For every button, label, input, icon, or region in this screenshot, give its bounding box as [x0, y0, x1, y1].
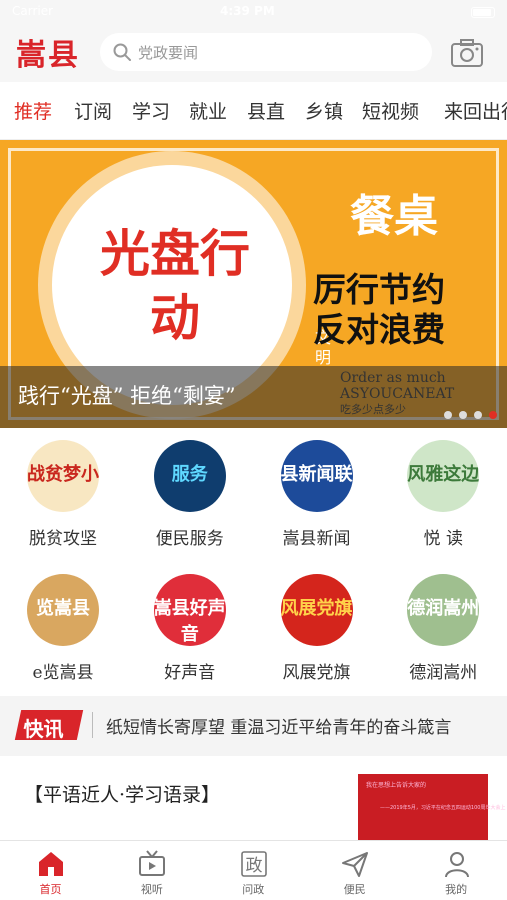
grid-item-2[interactable]: 服务 便民服务 — [127, 428, 253, 562]
grid-item-1[interactable]: 战贫梦小 脱贫攻坚 — [0, 428, 126, 562]
grid-item-4[interactable]: 风雅这边悦 读 — [380, 428, 506, 562]
carousel-dot[interactable] — [459, 411, 467, 419]
grid-item-thumbnail: 风雅这边 — [407, 440, 480, 512]
grid-item-thumb-text: 服务 — [171, 464, 208, 485]
nav-item-1[interactable]: 首页 — [0, 841, 101, 900]
grid-item-thumb-text: 嵩县好声音 — [153, 598, 226, 645]
grid-item-label: 好声音 — [164, 663, 216, 683]
grid-item-thumbnail: 县新闻联 — [280, 440, 353, 512]
grid-item-thumbnail: 德润嵩州 — [407, 574, 480, 646]
clock: 4:39 PM — [220, 4, 275, 18]
policy-icon: 政 — [240, 851, 267, 877]
grid-item-thumb-text: 风展党旗 — [280, 598, 353, 619]
grid-item-label: 悦 读 — [423, 529, 463, 549]
grid-item-thumbnail: 风展党旗 — [280, 574, 353, 646]
grid-item-thumbnail: 览嵩县 — [27, 574, 99, 646]
tab-5[interactable]: 县直 — [247, 97, 285, 124]
status-bar: Carrier 4:39 PM — [0, 0, 507, 26]
article-card[interactable]: 【平语近人·学习语录】 我在思想上告诉大家的 ——2019年5月，习近平在纪念五… — [0, 756, 507, 842]
tab-7[interactable]: 短视频 — [362, 97, 419, 124]
app-logo[interactable]: 嵩县 — [16, 30, 80, 74]
banner-english-line1: Order as much — [340, 370, 446, 386]
grid-item-thumb-text: 风雅这边 — [407, 464, 480, 485]
tab-3[interactable]: 学习 — [132, 97, 170, 124]
send-icon — [342, 852, 369, 877]
nav-item-label: 视听 — [140, 883, 163, 896]
user-icon — [444, 852, 469, 878]
grid-item-3[interactable]: 县新闻联 嵩县新闻 — [254, 428, 380, 562]
grid-item-label: 便民服务 — [155, 529, 224, 549]
banner-carousel[interactable]: 光盘行动 文明 餐桌 厉行节约 反对浪费 践行“光盘” 拒绝“剩宴” Order… — [0, 140, 507, 428]
grid-item-8[interactable]: 德润嵩州 德润嵩州 — [380, 562, 506, 696]
channel-grid: 战贫梦小 脱贫攻坚 服务 便民服务 县新闻联 嵩县新闻 风雅这边悦 读览嵩县 e览嵩县 嵩县好声… — [0, 428, 507, 696]
carousel-dots[interactable] — [437, 404, 497, 419]
search-icon — [113, 43, 131, 61]
tv-icon — [139, 850, 166, 876]
search-input[interactable]: 党政要闻 — [100, 33, 432, 71]
flash-badge: 快讯 — [14, 710, 84, 741]
ticker-divider — [92, 712, 93, 738]
tab-8[interactable]: 来回出行 — [444, 97, 507, 124]
grid-item-thumbnail: 服务 — [153, 440, 226, 512]
battery-icon — [471, 7, 495, 18]
carousel-dot[interactable] — [489, 411, 497, 419]
banner-caption: 践行“光盘” 拒绝“剩宴” — [18, 384, 236, 408]
grid-item-label: 德润嵩州 — [409, 663, 478, 683]
bottom-nav: 首页 视听政问政 便民 我的 — [0, 840, 507, 900]
nav-item-5[interactable]: 我的 — [406, 841, 507, 900]
article-thumb-line2: ——2019年5月，习近平在纪念五四运动100周年大会上 — [380, 805, 506, 811]
grid-item-thumb-text: 德润嵩州 — [407, 598, 480, 619]
top-header: Carrier 4:39 PM 嵩县 党政要闻 — [0, 0, 507, 82]
banner-side-big: 餐桌 — [350, 191, 438, 242]
article-thumbnail[interactable]: 我在思想上告诉大家的 ——2019年5月，习近平在纪念五四运动100周年大会上 — [358, 774, 505, 842]
grid-item-label: e览嵩县 — [32, 663, 94, 683]
news-ticker[interactable]: 快讯 纸短情长寄厚望 重温习近平给青年的奋斗箴言 — [0, 696, 507, 756]
nav-item-label: 首页 — [39, 883, 62, 896]
ticker-headline[interactable]: 纸短情长寄厚望 重温习近平给青年的奋斗箴言 — [106, 713, 501, 738]
flash-badge-label: 快讯 — [23, 717, 64, 741]
grid-item-7[interactable]: 风展党旗 风展党旗 — [254, 562, 380, 696]
tab-4[interactable]: 就业 — [189, 97, 227, 124]
carrier-label: Carrier — [12, 4, 54, 18]
policy-glyph: 政 — [245, 856, 262, 876]
channel-tabs: 推荐订阅学习就业县直乡镇短视频来回出行 — [0, 82, 507, 140]
banner-slogan: 厉行节约 反对浪费 — [313, 270, 445, 350]
grid-item-5[interactable]: 览嵩县 e览嵩县 — [0, 562, 126, 696]
nav-item-label: 我的 — [445, 883, 468, 896]
grid-item-thumb-text: 县新闻联 — [280, 464, 353, 485]
carousel-dot[interactable] — [444, 411, 452, 419]
nav-item-4[interactable]: 便民 — [304, 841, 405, 900]
grid-item-label: 嵩县新闻 — [282, 529, 351, 549]
grid-item-6[interactable]: 嵩县好声音 好声音 — [127, 562, 253, 696]
article-thumb-line1: 我在思想上告诉大家的 — [366, 782, 427, 789]
nav-item-3[interactable]: 政问政 — [203, 841, 304, 900]
nav-item-2[interactable]: 视听 — [101, 841, 202, 900]
grid-item-label: 风展党旗 — [282, 663, 351, 683]
camera-icon[interactable] — [450, 38, 484, 68]
nav-item-label: 便民 — [343, 883, 366, 896]
home-icon — [39, 852, 63, 876]
nav-item-label: 问政 — [242, 883, 265, 896]
tab-2[interactable]: 订阅 — [74, 97, 112, 124]
carousel-dot[interactable] — [474, 411, 482, 419]
grid-item-thumb-text: 览嵩县 — [36, 598, 90, 619]
search-placeholder: 党政要闻 — [138, 44, 199, 62]
tab-6[interactable]: 乡镇 — [305, 97, 343, 124]
banner-plate-text: 光盘行动 — [100, 224, 250, 347]
tab-1[interactable]: 推荐 — [14, 97, 52, 124]
banner-slogan-line1: 厉行节约 — [313, 270, 445, 309]
banner-english-line2: ASYOUCANEAT — [340, 386, 455, 402]
grid-item-thumbnail: 嵩县好声音 — [153, 574, 226, 646]
banner-slogan-line2: 反对浪费 — [313, 310, 445, 349]
article-title[interactable]: 【平语近人·学习语录】 — [24, 780, 220, 807]
grid-item-thumb-text: 战贫梦小 — [27, 464, 99, 485]
grid-item-thumbnail: 战贫梦小 — [27, 440, 99, 512]
grid-item-label: 脱贫攻坚 — [29, 529, 97, 549]
